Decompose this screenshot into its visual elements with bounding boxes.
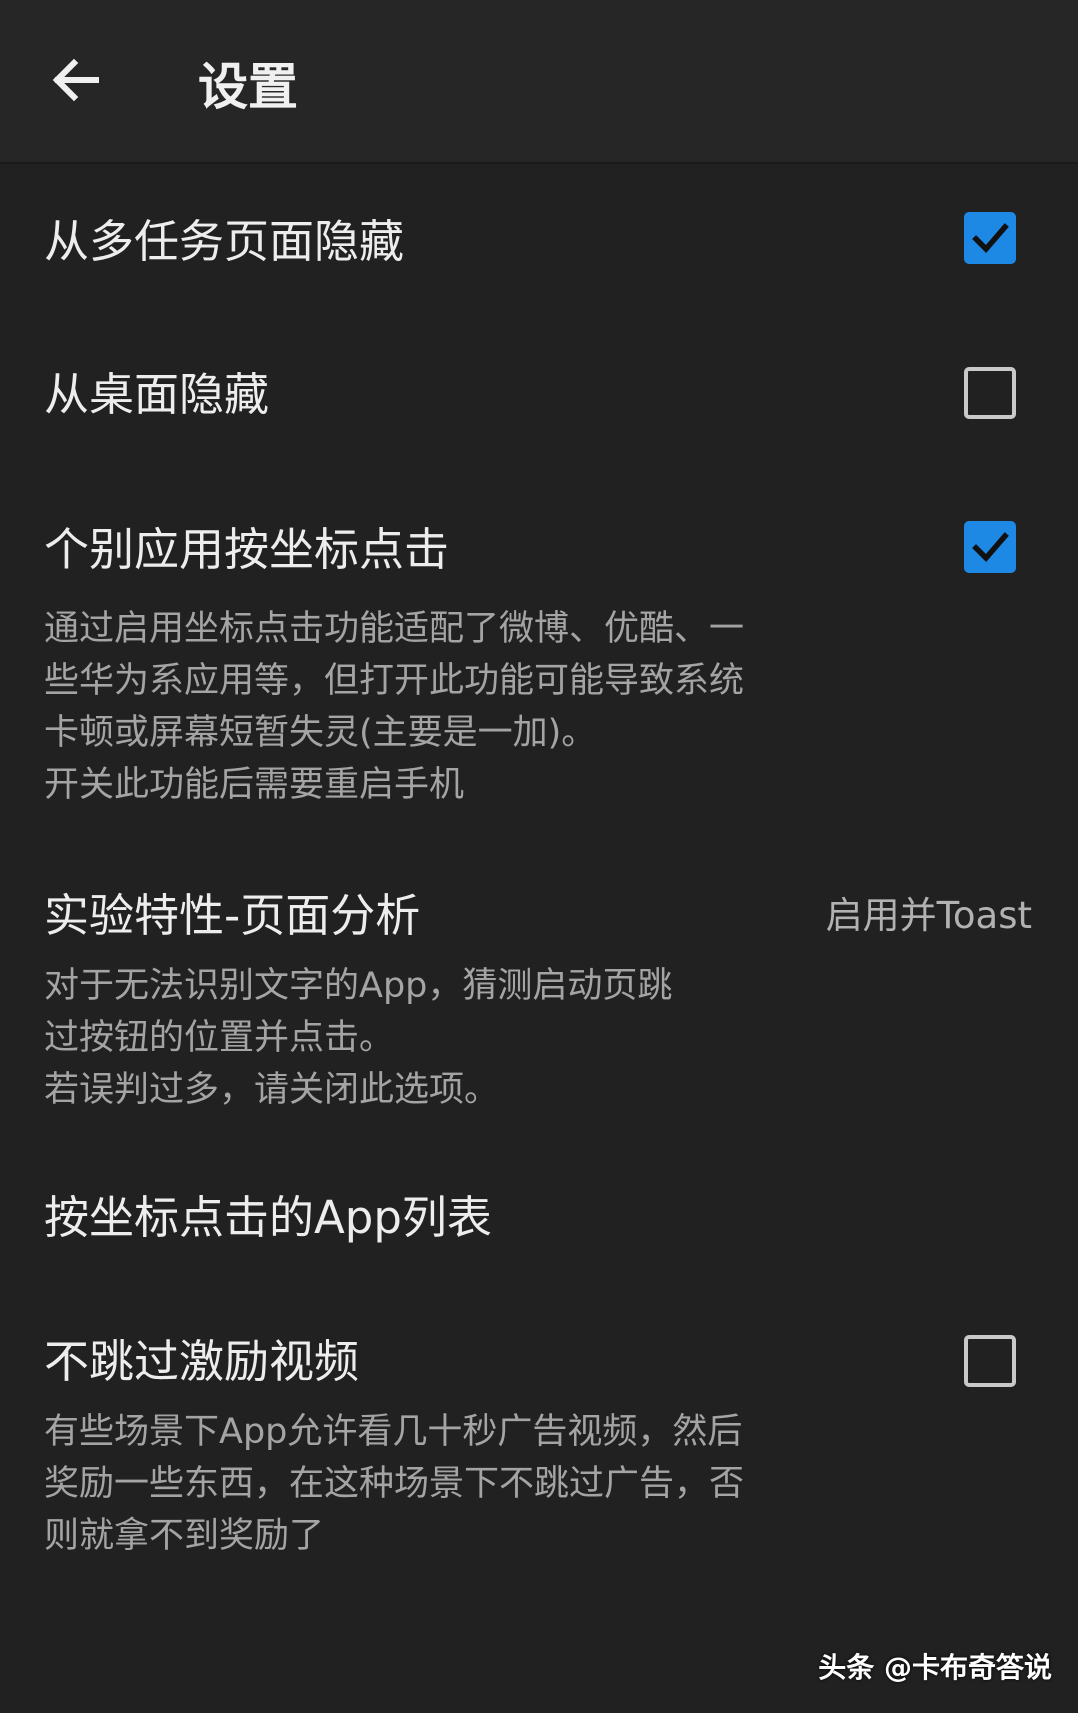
arrow-left-icon	[50, 54, 102, 110]
pref-title: 实验特性-页面分析	[44, 889, 421, 942]
pref-summary: 有些场景下App允许看几十秒广告视频，然后 奖励一些东西，在这种场景下不跳过广告…	[44, 1412, 745, 1556]
checkbox-hide-from-recents[interactable]	[964, 212, 1016, 264]
pref-title: 从桌面隐藏	[44, 368, 270, 421]
pref-value: 启用并Toast	[825, 894, 1032, 937]
check-icon	[972, 532, 1009, 563]
pref-title: 不跳过激励视频	[44, 1335, 360, 1388]
app-bar: 设置	[0, 0, 1078, 164]
pref-hide-from-recents[interactable]: 从多任务页面隐藏	[0, 162, 1078, 310]
checkbox-dont-skip-rewarded-video[interactable]	[964, 1335, 1016, 1387]
back-button[interactable]	[36, 42, 116, 122]
pref-hide-from-launcher[interactable]: 从桌面隐藏	[0, 310, 1078, 466]
page-title: 设置	[198, 58, 298, 116]
pref-title: 按坐标点击的App列表	[44, 1191, 492, 1244]
pref-title: 个别应用按坐标点击	[44, 523, 450, 576]
pref-experimental-page-analysis[interactable]: 实验特性-页面分析 启用并Toast 对于无法识别文字的App，猜测启动页跳 过…	[0, 866, 1078, 1156]
pref-summary: 对于无法识别文字的App，猜测启动页跳 过按钮的位置并点击。 若误判过多，请关闭…	[44, 966, 673, 1110]
checkbox-click-by-coordinates[interactable]	[964, 521, 1016, 573]
watermark: 头条 @卡布奇答说	[818, 1651, 1052, 1684]
pref-summary: 通过启用坐标点击功能适配了微博、优酷、一 些华为系应用等，但打开此功能可能导致系…	[44, 609, 745, 805]
pref-title: 从多任务页面隐藏	[44, 215, 405, 268]
checkbox-hide-from-launcher[interactable]	[964, 367, 1016, 419]
pref-coordinate-app-list[interactable]: 按坐标点击的App列表	[0, 1156, 1078, 1306]
check-icon	[972, 223, 1009, 254]
pref-dont-skip-rewarded-video[interactable]: 不跳过激励视频 有些场景下App允许看几十秒广告视频，然后 奖励一些东西，在这种…	[0, 1306, 1078, 1596]
pref-click-by-coordinates[interactable]: 个别应用按坐标点击 通过启用坐标点击功能适配了微博、优酷、一 些华为系应用等，但…	[0, 466, 1078, 836]
